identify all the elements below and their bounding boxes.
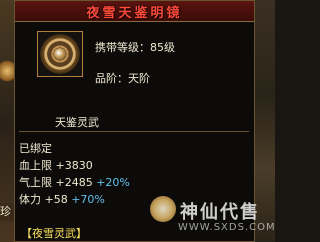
stat-row: 气上限 +2485 +20%	[19, 174, 130, 191]
watermark-logo-icon	[150, 196, 176, 222]
stat-label: 气上限	[19, 176, 52, 189]
item-grade: 品阶：天阶	[95, 72, 150, 85]
stat-bonus: +70%	[71, 193, 105, 206]
gem-icon	[54, 48, 66, 60]
divider	[19, 131, 249, 132]
stat-label: 血上限	[19, 159, 52, 172]
stat-bonus: +20%	[96, 176, 130, 189]
stat-value: +58	[44, 193, 68, 206]
stat-row: 血上限 +3830	[19, 157, 130, 174]
item-icon-frame	[37, 31, 83, 77]
item-subname: 天鉴灵武	[55, 116, 99, 129]
stats-list: 已绑定 血上限 +3830 气上限 +2485 +20% 体力 +58 +70%	[19, 140, 130, 208]
stat-value: +3830	[55, 159, 93, 172]
stat-value: +2485	[55, 176, 93, 189]
watermark-url: WWW.SXDS.COM	[178, 222, 276, 233]
stat-label: 体力	[19, 193, 41, 206]
watermark: 神仙代售 WWW.SXDS.COM	[150, 196, 275, 242]
tooltip-title-bar: 夜雪天鉴明镜	[15, 1, 254, 22]
watermark-brand: 神仙代售	[180, 202, 260, 223]
carry-level: 携带等级：85级	[95, 41, 175, 54]
mirror-icon	[40, 34, 80, 74]
stat-row: 体力 +58 +70%	[19, 191, 130, 208]
bound-status: 已绑定	[19, 142, 52, 155]
set-name: 【夜雪灵武】	[21, 227, 87, 240]
item-title: 夜雪天鉴明镜	[86, 5, 183, 21]
